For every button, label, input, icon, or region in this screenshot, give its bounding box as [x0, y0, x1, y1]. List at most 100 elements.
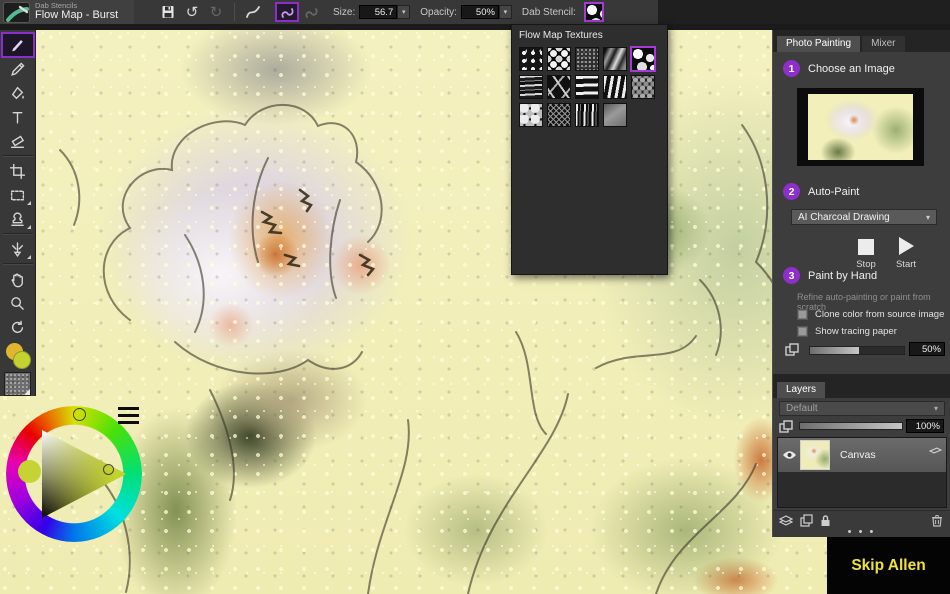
- stamp-tool[interactable]: [2, 207, 34, 231]
- source-image-frame[interactable]: [797, 88, 924, 166]
- color-swatches[interactable]: [2, 343, 34, 370]
- source-image-thumbnail: [808, 94, 913, 160]
- size-input[interactable]: [359, 5, 397, 19]
- layer-thumbnail: [800, 440, 830, 470]
- rotate-tool-icon: [9, 319, 26, 336]
- texture-swatch-fine-noise[interactable]: [575, 47, 599, 71]
- main-color-swatch[interactable]: [13, 351, 31, 369]
- photo-painting-panel: 1 Choose an Image 2 Auto-Paint AI Charco…: [773, 52, 950, 374]
- layers-panel: Default ▾ 100% Canvas • • •: [773, 398, 950, 537]
- texture-swatch-burst[interactable]: [630, 46, 656, 72]
- tracing-opacity-value[interactable]: 50%: [909, 342, 945, 356]
- texture-swatch-branches[interactable]: [547, 75, 571, 99]
- dropper-tool-icon: [9, 61, 26, 78]
- watermark-box: Skip Allen: [827, 537, 950, 594]
- texture-swatch-crosshatch[interactable]: [547, 103, 571, 127]
- rotate-tool[interactable]: [2, 315, 34, 339]
- fill-tool[interactable]: [2, 81, 34, 105]
- brush-name-label: Flow Map - Burst: [35, 10, 118, 22]
- color-wheel: [6, 406, 146, 546]
- toolbar-divider: [234, 3, 235, 21]
- mirror-tool[interactable]: [2, 237, 34, 261]
- hue-cursor[interactable]: [73, 408, 86, 421]
- tab-layers[interactable]: Layers: [777, 382, 825, 398]
- toolbox: [0, 30, 36, 396]
- sv-cursor[interactable]: [103, 464, 114, 475]
- stop-button[interactable]: Stop: [846, 233, 886, 270]
- mirror-tool-icon: [9, 241, 26, 258]
- texture-swatch-dot-grid[interactable]: [631, 75, 655, 99]
- checkbox-label: Clone color from source image: [815, 309, 944, 320]
- undo-icon[interactable]: ↺: [180, 2, 204, 22]
- start-icon: [899, 237, 914, 255]
- chevron-down-icon: ▾: [934, 404, 938, 413]
- dropper-tool[interactable]: [2, 57, 34, 81]
- texture-swatch-streaks-horizontal[interactable]: [519, 75, 543, 99]
- texture-swatch-torn-stripes[interactable]: [575, 75, 599, 99]
- redo-icon[interactable]: ↻: [204, 2, 228, 22]
- select-tool[interactable]: [2, 183, 34, 207]
- dab-stencil-label: Dab Stencil:: [522, 7, 576, 18]
- layer-opacity-row: 100%: [779, 419, 945, 435]
- layer-visibility-eye-icon[interactable]: [778, 450, 800, 460]
- texture-swatch-marble-wave[interactable]: [603, 47, 627, 71]
- layer-opacity-value[interactable]: 100%: [906, 419, 944, 433]
- start-button[interactable]: Start: [886, 233, 926, 270]
- tool-group-divider: [3, 155, 33, 157]
- texture-swatch-zebra[interactable]: [603, 75, 627, 99]
- layer-row[interactable]: Canvas: [778, 438, 946, 472]
- texture-swatch-speckle-noise[interactable]: [519, 47, 543, 71]
- checkbox-unchecked-icon[interactable]: [797, 326, 808, 337]
- checkbox-row[interactable]: Clone color from source image: [797, 306, 947, 323]
- flow-map-on-icon[interactable]: [275, 2, 299, 22]
- layer-opacity-slider[interactable]: [799, 422, 903, 430]
- texture-swatch-polka-dots[interactable]: [547, 47, 571, 71]
- crop-tool[interactable]: [2, 159, 34, 183]
- flow-map-off-icon[interactable]: [299, 2, 323, 22]
- painter-app-window: Dab Stencils Flow Map - Burst ↺ ↻ Size:: [0, 0, 950, 594]
- tab-photo-painting[interactable]: Photo Painting: [777, 36, 860, 52]
- panel-resize-handle[interactable]: • • •: [773, 528, 950, 537]
- hand-tool[interactable]: [2, 267, 34, 291]
- text-tool-icon: [9, 109, 26, 126]
- zoom-tool[interactable]: [2, 291, 34, 315]
- opacity-dropdown-arrow[interactable]: ▾: [499, 5, 512, 19]
- select-tool-icon: [9, 187, 26, 204]
- stamp-tool-icon: [9, 211, 26, 228]
- autopaint-preset-select[interactable]: AI Charcoal Drawing ▾: [791, 209, 937, 225]
- hand-tool-icon: [9, 271, 26, 288]
- tracing-paper-icon: [785, 343, 800, 356]
- eraser-tool-icon: [9, 133, 26, 150]
- texture-swatch-cells[interactable]: [519, 103, 543, 127]
- texture-swatch-streaks-vertical[interactable]: [575, 103, 599, 127]
- layer-blend-mode-select[interactable]: Default ▾: [779, 401, 945, 416]
- wheel-menu-icon[interactable]: [118, 407, 139, 424]
- zoom-tool-icon: [9, 295, 26, 312]
- text-tool[interactable]: [2, 105, 34, 129]
- texture-swatch-soft-gradient[interactable]: [603, 103, 627, 127]
- brush-tool[interactable]: [2, 33, 34, 57]
- tracing-opacity-slider[interactable]: [809, 346, 905, 355]
- stop-icon: [858, 239, 874, 255]
- brush-selector[interactable]: Dab Stencils Flow Map - Burst: [0, 0, 134, 24]
- brush-dab-icon: [3, 2, 30, 23]
- brush-stroke-icon[interactable]: [241, 2, 265, 22]
- tab-mixer[interactable]: Mixer: [862, 36, 904, 52]
- eraser-tool[interactable]: [2, 129, 34, 153]
- autopaint-preset-value: AI Charcoal Drawing: [798, 212, 890, 223]
- current-color-dot[interactable]: [18, 460, 41, 483]
- layers-bottom-bar: • • •: [773, 510, 950, 537]
- checkbox-unchecked-icon[interactable]: [797, 309, 808, 320]
- stop-label: Stop: [846, 259, 886, 270]
- checkbox-row[interactable]: Show tracing paper: [797, 323, 947, 340]
- photo-painting-tabstrip: Photo PaintingMixer: [773, 30, 950, 52]
- opacity-input[interactable]: [461, 5, 499, 19]
- layer-blend-mode-value: Default: [786, 403, 818, 414]
- size-dropdown-arrow[interactable]: ▾: [397, 5, 410, 19]
- layer-list: Canvas: [777, 437, 947, 508]
- checkbox-label: Show tracing paper: [815, 326, 897, 337]
- paper-texture-swatch[interactable]: [4, 372, 31, 396]
- save-icon[interactable]: [156, 2, 180, 22]
- dab-stencil-swatch[interactable]: [584, 2, 604, 22]
- tool-group-divider: [3, 233, 33, 235]
